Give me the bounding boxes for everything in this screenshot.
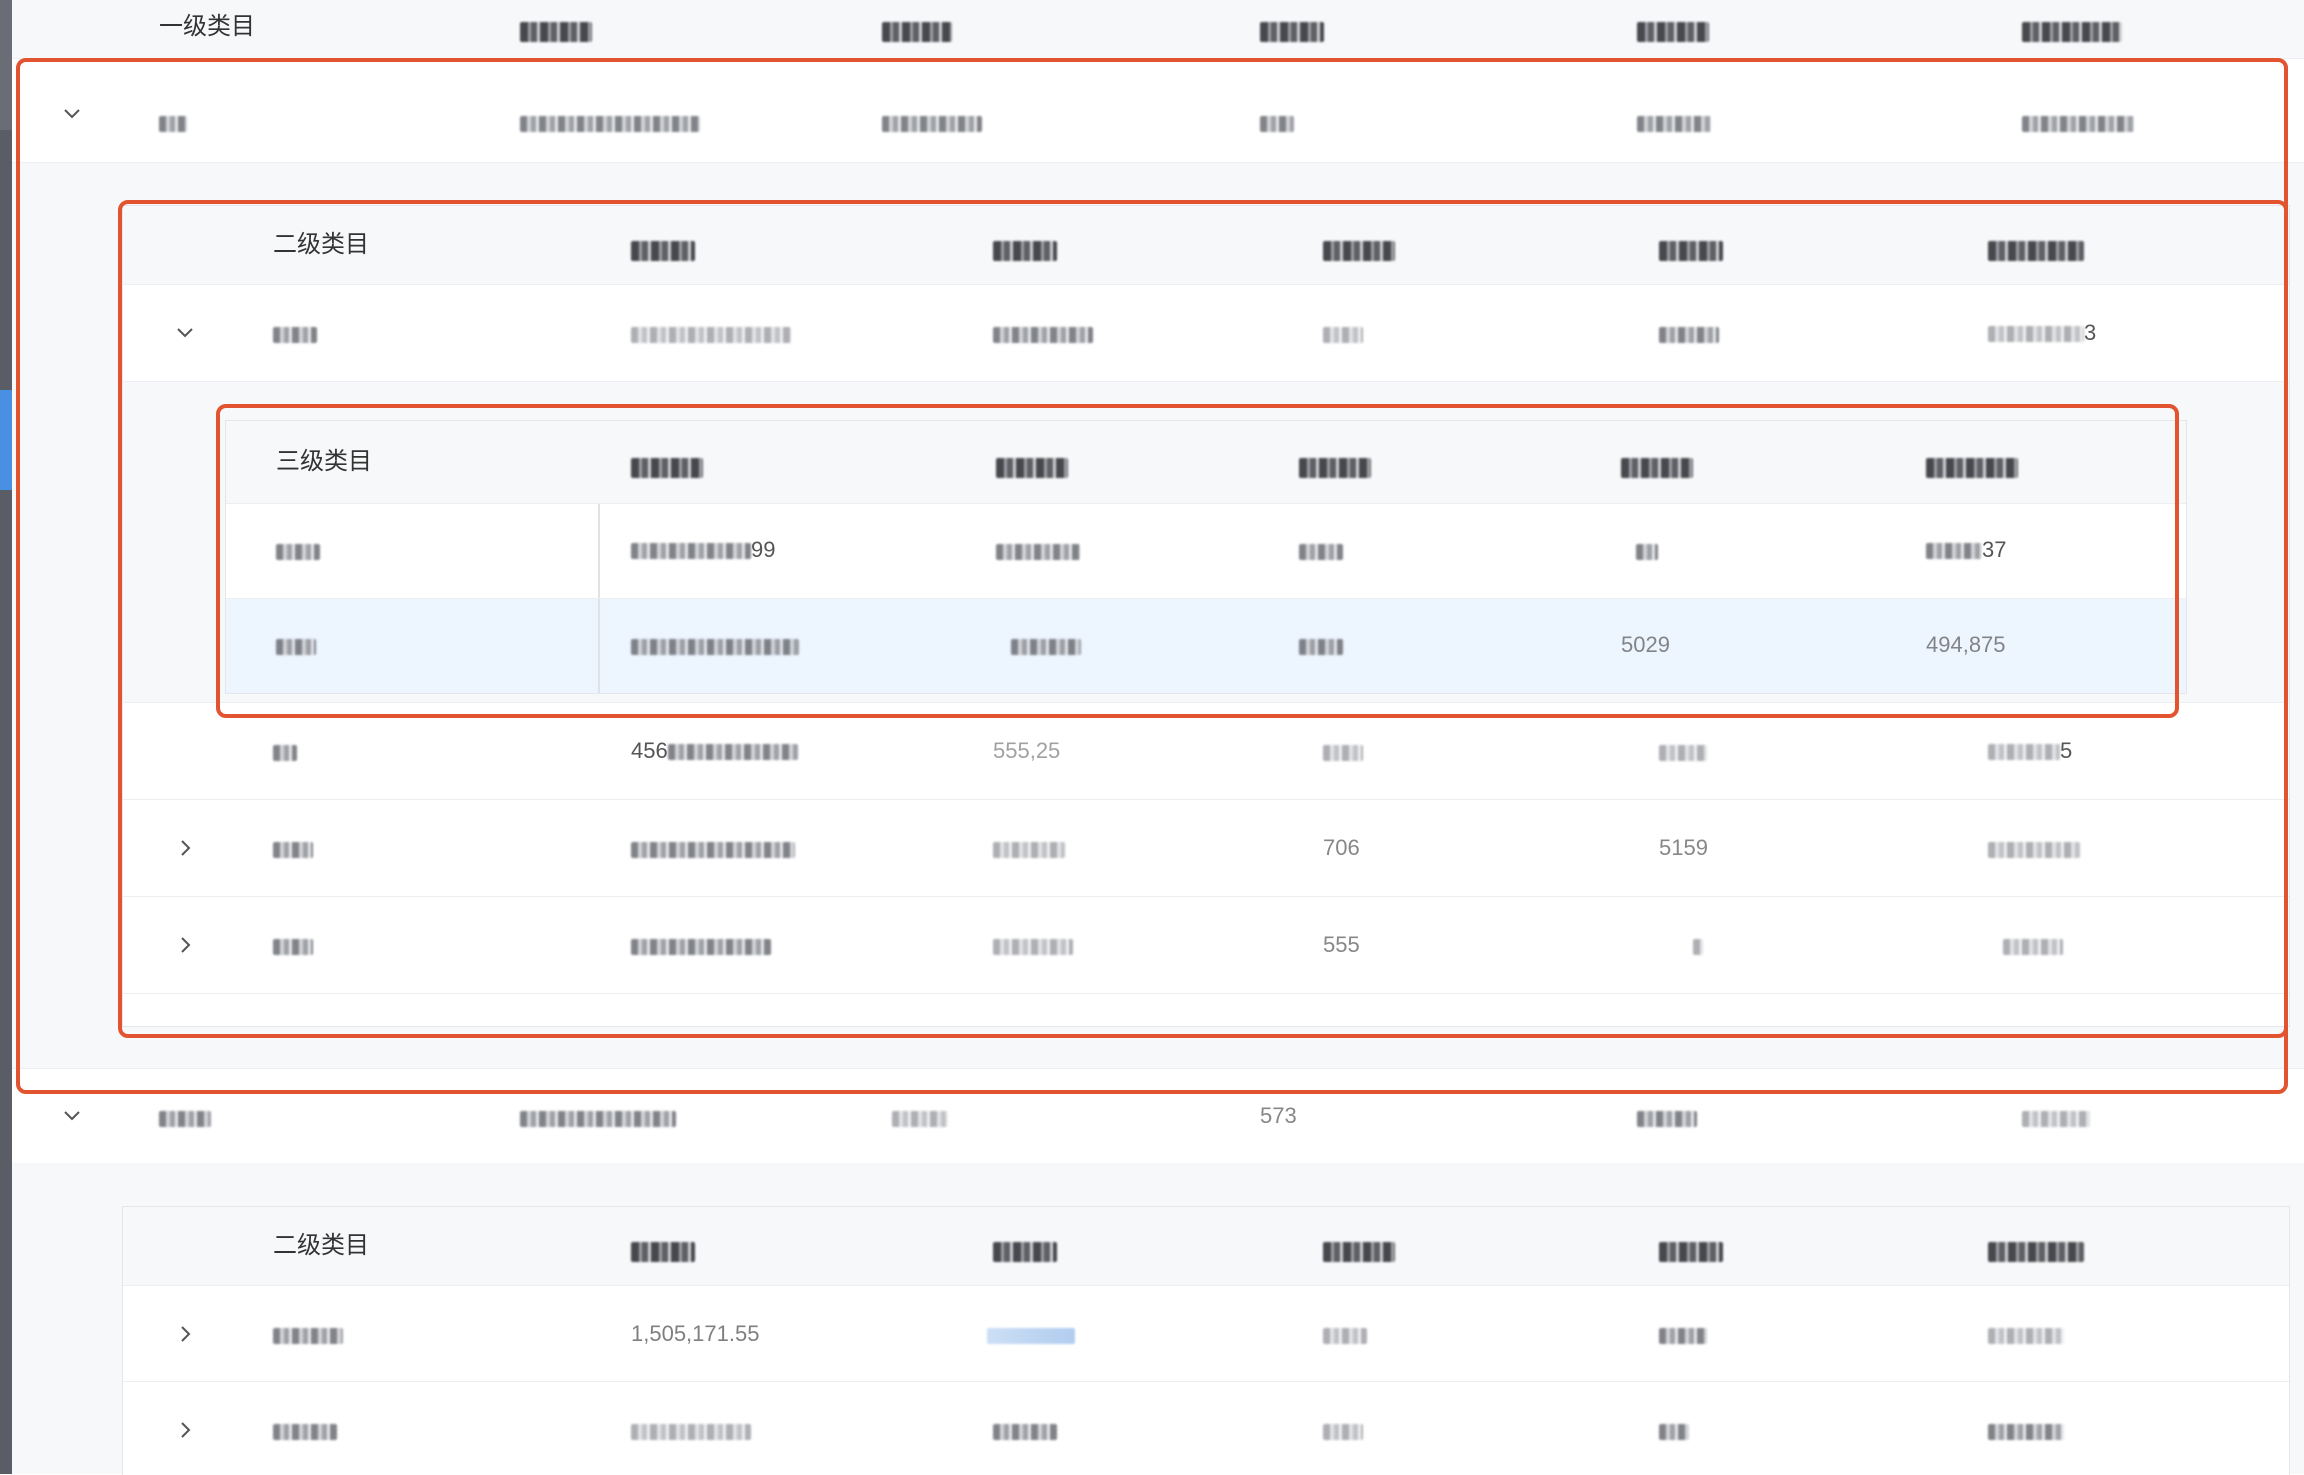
level2-row-partial-value: 706 xyxy=(1323,835,1360,860)
level2-header: 二级类目 xyxy=(123,206,2289,285)
scrollbar-thumb[interactable] xyxy=(0,390,12,490)
level2-row-partial-value: 456 xyxy=(631,738,668,763)
left-scrollbar[interactable] xyxy=(0,0,12,1474)
level2-row-partial-value: 5 xyxy=(2060,738,2073,763)
chevron-down-icon[interactable] xyxy=(60,1104,84,1128)
level2-header: 二级类目 xyxy=(123,1207,2289,1286)
level2-row[interactable]: 456 555,25 5 xyxy=(123,703,2289,800)
level3-table: 三级类目 99 37 5029 494,875 xyxy=(225,420,2187,694)
level2-row[interactable] xyxy=(123,1382,2289,1475)
level3-row-partial-value: 99 xyxy=(751,537,776,562)
level1-header: 一级类目 xyxy=(12,0,2304,59)
level2-row-partial-value: 555 xyxy=(1323,932,1360,957)
level1-row[interactable]: 573 xyxy=(12,1068,2304,1164)
level3-header: 三级类目 xyxy=(226,421,2186,504)
chevron-right-icon[interactable] xyxy=(173,1322,197,1346)
level2-table: 二级类目 1,505,171.55 xyxy=(122,1206,2290,1475)
level2-row[interactable]: 706 5159 xyxy=(123,800,2289,897)
chevron-right-icon[interactable] xyxy=(173,1418,197,1442)
level1-header-label: 一级类目 xyxy=(159,13,255,40)
level2-row[interactable]: 3 xyxy=(123,285,2289,382)
category-table: 一级类目 二级类目 3 456 555,25 5 706 5159 555 三级… xyxy=(12,0,2304,1475)
level1-row-partial-value: 573 xyxy=(1260,1103,1297,1128)
level2-row-partial-value: 555,25 xyxy=(993,738,1061,763)
level2-header-label: 二级类目 xyxy=(273,231,369,258)
level2-row[interactable]: 555 xyxy=(123,897,2289,994)
level2-row-partial-value: 5159 xyxy=(1659,835,1708,860)
level3-header-label: 三级类目 xyxy=(276,448,372,475)
level2-row-partial-value: 3 xyxy=(2084,320,2097,345)
level3-row-partial-value: 5029 xyxy=(1621,632,1670,657)
level2-row-partial-value: 1,505,171.55 xyxy=(631,1321,760,1346)
level3-row-partial-value: 494,875 xyxy=(1926,632,2006,657)
chevron-down-icon[interactable] xyxy=(60,102,84,126)
level2-row[interactable]: 1,505,171.55 xyxy=(123,1286,2289,1382)
level3-row[interactable]: 99 37 xyxy=(226,504,2186,599)
level3-row-selected[interactable]: 5029 494,875 xyxy=(226,599,2186,693)
chevron-down-icon[interactable] xyxy=(173,321,197,345)
level2-header-label: 二级类目 xyxy=(273,1232,369,1259)
chevron-right-icon[interactable] xyxy=(173,933,197,957)
level1-row[interactable] xyxy=(12,58,2304,163)
chevron-right-icon[interactable] xyxy=(173,836,197,860)
level3-row-partial-value: 37 xyxy=(1982,537,2007,562)
